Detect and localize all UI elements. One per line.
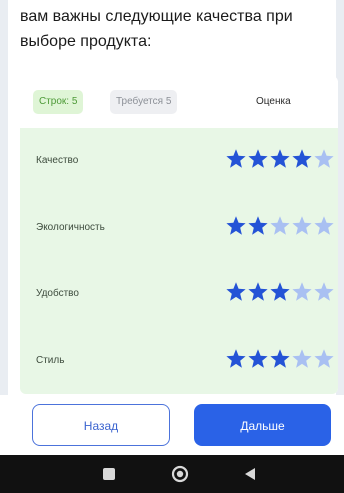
rating-row: Стиль [20, 328, 338, 395]
star-filled-icon[interactable] [247, 348, 269, 370]
left-frame-edge [0, 0, 8, 455]
star-filled-icon[interactable] [269, 148, 291, 170]
footer-bar: Назад Дальше [0, 395, 344, 455]
rating-row-label: Экологичность [36, 221, 105, 233]
rating-column-header: Оценка [256, 96, 291, 107]
star-rating [225, 215, 335, 239]
star-rating [225, 148, 335, 172]
star-empty-icon[interactable] [291, 281, 313, 303]
star-filled-icon[interactable] [247, 215, 269, 237]
star-empty-icon[interactable] [313, 281, 335, 303]
star-empty-icon[interactable] [313, 148, 335, 170]
star-filled-icon[interactable] [225, 348, 247, 370]
rating-row: Качество [20, 128, 338, 195]
star-empty-icon[interactable] [269, 215, 291, 237]
rating-table: Строк: 5 Требуется 5 Оценка Качество Экол… [20, 76, 338, 394]
star-empty-icon[interactable] [313, 215, 335, 237]
star-filled-icon[interactable] [291, 148, 313, 170]
star-filled-icon[interactable] [225, 281, 247, 303]
rating-row: Экологичность [20, 195, 338, 262]
star-filled-icon[interactable] [225, 215, 247, 237]
triangle-back-icon[interactable] [240, 464, 260, 484]
rating-row-label: Удобство [36, 288, 79, 299]
star-filled-icon[interactable] [225, 148, 247, 170]
star-rating [225, 281, 335, 305]
rating-rows: Качество Экологичность Удобство Стиль [20, 128, 338, 394]
star-filled-icon[interactable] [269, 348, 291, 370]
star-empty-icon[interactable] [291, 348, 313, 370]
star-empty-icon[interactable] [291, 215, 313, 237]
rating-row-label: Качество [36, 155, 79, 166]
rating-table-header: Строк: 5 Требуется 5 Оценка [20, 76, 338, 128]
rating-row: Удобство [20, 261, 338, 328]
required-count-chip: Требуется 5 [110, 90, 178, 114]
rating-row-label: Стиль [36, 354, 65, 366]
question-text: вам важны следующие качества при выборе … [20, 8, 293, 50]
star-empty-icon[interactable] [313, 348, 335, 370]
star-rating [225, 348, 335, 372]
circle-icon[interactable] [170, 464, 190, 484]
star-filled-icon[interactable] [247, 281, 269, 303]
next-button[interactable]: Дальше [194, 404, 331, 446]
back-button[interactable]: Назад [32, 404, 170, 446]
system-navigation-bar [0, 455, 344, 493]
rows-count-chip: Строк: 5 [33, 90, 84, 114]
square-icon[interactable] [99, 464, 119, 484]
star-filled-icon[interactable] [247, 148, 269, 170]
star-filled-icon[interactable] [269, 281, 291, 303]
survey-screen: вам важны следующие качества при выборе … [0, 0, 344, 493]
